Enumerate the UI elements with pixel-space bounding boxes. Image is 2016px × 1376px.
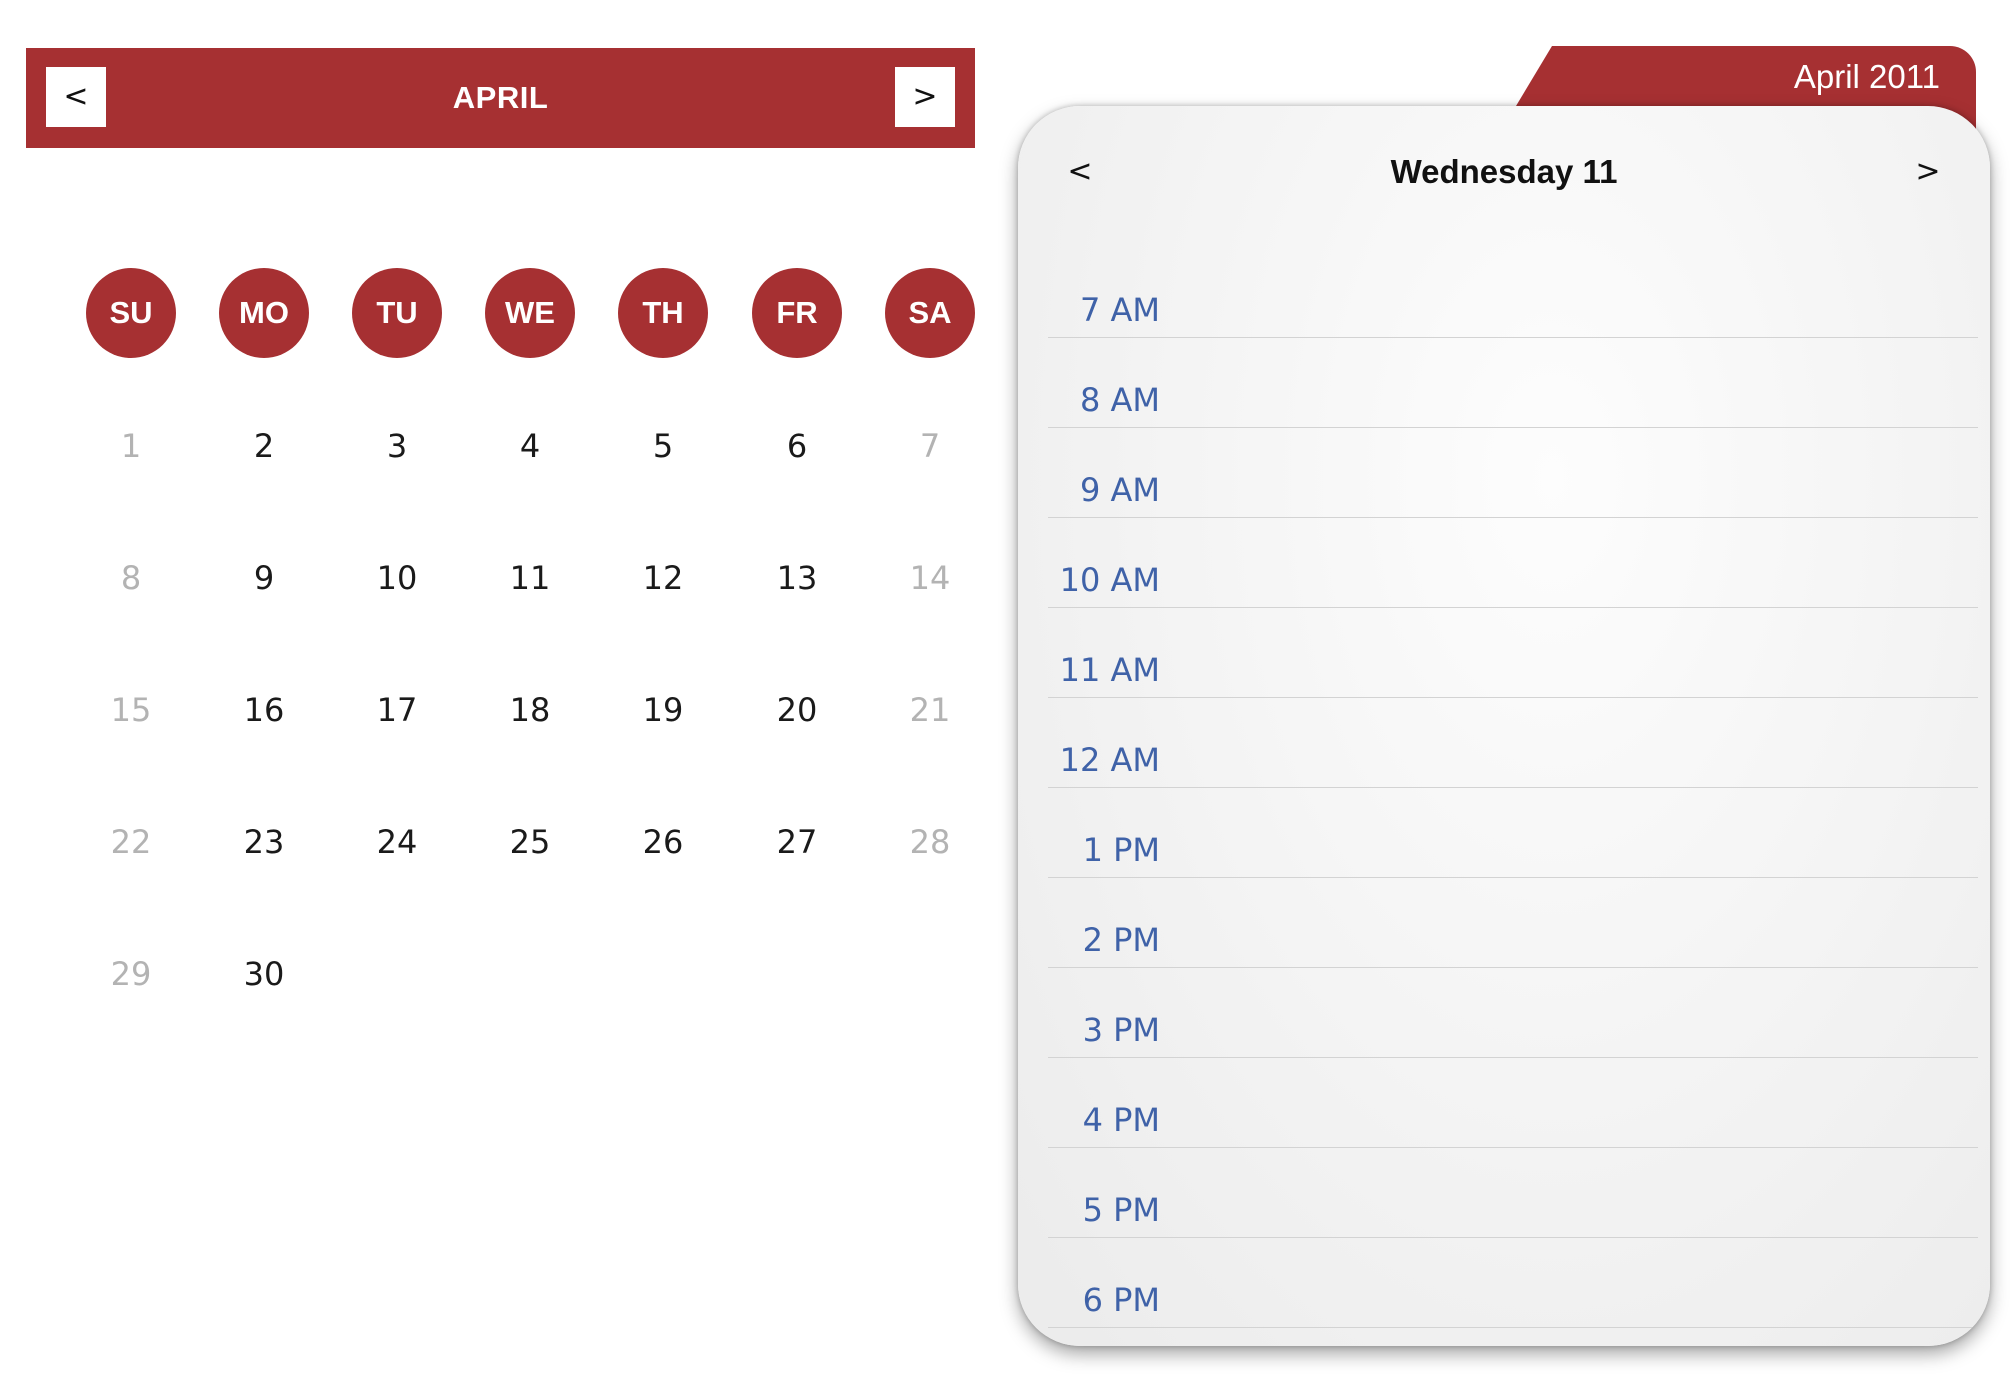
calendar-day[interactable]: 16 <box>209 680 319 740</box>
calendar-day[interactable]: 8 <box>76 548 186 608</box>
calendar-day[interactable]: 10 <box>342 548 452 608</box>
hour-label: 9 AM <box>1079 471 1160 509</box>
weekday-label-sa: SA <box>885 268 975 358</box>
hour-label: 6 PM <box>1082 1281 1160 1319</box>
calendar-day[interactable]: 19 <box>608 680 718 740</box>
calendar-day[interactable]: 3 <box>342 416 452 476</box>
next-month-button[interactable]: > <box>895 67 955 127</box>
hour-slot[interactable]: 10 AM <box>1048 517 1978 608</box>
weekday-label-mo: MO <box>219 268 309 358</box>
calendar-day[interactable]: 5 <box>608 416 718 476</box>
hour-slot[interactable]: 6 PM <box>1048 1237 1978 1328</box>
calendar-day[interactable]: 13 <box>742 548 852 608</box>
next-day-button[interactable]: > <box>1898 142 1958 202</box>
day-schedule-panel: < Wednesday 11 > 7 AM 8 AM 9 AM 10 AM 11 AM 1… <box>1018 106 1990 1346</box>
calendar-day[interactable]: 24 <box>342 812 452 872</box>
hour-label: 10 AM <box>1059 561 1160 599</box>
hour-label: 5 PM <box>1082 1191 1160 1229</box>
calendar-day[interactable]: 23 <box>209 812 319 872</box>
month-year-label: April 2011 <box>1793 58 1940 95</box>
calendar-day[interactable]: 30 <box>209 944 319 1004</box>
hour-label: 4 PM <box>1082 1101 1160 1139</box>
calendar-day[interactable]: 21 <box>875 680 985 740</box>
calendar-day[interactable]: 12 <box>608 548 718 608</box>
hour-label: 12 AM <box>1059 741 1160 779</box>
hour-label: 11 AM <box>1059 651 1160 689</box>
hour-slot[interactable]: 5 PM <box>1048 1147 1978 1238</box>
weekday-label-su: SU <box>86 268 176 358</box>
calendar-day[interactable]: 18 <box>475 680 585 740</box>
month-title: APRIL <box>452 80 549 115</box>
weekday-label-we: WE <box>485 268 575 358</box>
calendar-app: < APRIL > SU MO TU WE TH FR SA 1 2 3 4 5 6 7 8 9 10 11 12… <box>0 0 2016 1376</box>
hour-slot[interactable]: 3 PM <box>1048 967 1978 1058</box>
calendar-day[interactable]: 22 <box>76 812 186 872</box>
calendar-day[interactable]: 27 <box>742 812 852 872</box>
hour-slot[interactable]: 1 PM <box>1048 787 1978 878</box>
calendar-day[interactable]: 1 <box>76 416 186 476</box>
calendar-day[interactable]: 20 <box>742 680 852 740</box>
calendar-day[interactable]: 4 <box>475 416 585 476</box>
calendar-day[interactable]: 29 <box>76 944 186 1004</box>
hour-label: 3 PM <box>1082 1011 1160 1049</box>
calendar-day[interactable]: 7 <box>875 416 985 476</box>
weekday-label-fr: FR <box>752 268 842 358</box>
calendar-day[interactable]: 25 <box>475 812 585 872</box>
calendar-day[interactable]: 17 <box>342 680 452 740</box>
calendar-day[interactable]: 28 <box>875 812 985 872</box>
calendar-day[interactable]: 6 <box>742 416 852 476</box>
hour-slot[interactable]: 2 PM <box>1048 877 1978 968</box>
weekday-header-row: SU MO TU WE TH FR SA <box>0 268 990 360</box>
calendar-day[interactable]: 26 <box>608 812 718 872</box>
hour-label: 2 PM <box>1082 921 1160 959</box>
calendar-day[interactable]: 11 <box>475 548 585 608</box>
calendar-day[interactable]: 2 <box>209 416 319 476</box>
hour-label: 7 AM <box>1079 291 1160 329</box>
hour-slot[interactable]: 7 AM <box>1048 247 1978 338</box>
day-title: Wednesday 11 <box>1390 153 1618 190</box>
hour-slot[interactable]: 9 AM <box>1048 427 1978 518</box>
weekday-label-th: TH <box>618 268 708 358</box>
hour-slot[interactable]: 8 AM <box>1048 337 1978 428</box>
calendar-day[interactable]: 14 <box>875 548 985 608</box>
calendar-day[interactable]: 15 <box>76 680 186 740</box>
month-header: < APRIL > <box>26 48 975 148</box>
weekday-label-tu: TU <box>352 268 442 358</box>
calendar-day[interactable]: 9 <box>209 548 319 608</box>
hour-label: 8 AM <box>1079 381 1160 419</box>
hour-slot[interactable]: 4 PM <box>1048 1057 1978 1148</box>
hour-slot[interactable]: 11 AM <box>1048 607 1978 698</box>
hour-label: 1 PM <box>1082 831 1160 869</box>
hour-slot[interactable]: 12 AM <box>1048 697 1978 788</box>
